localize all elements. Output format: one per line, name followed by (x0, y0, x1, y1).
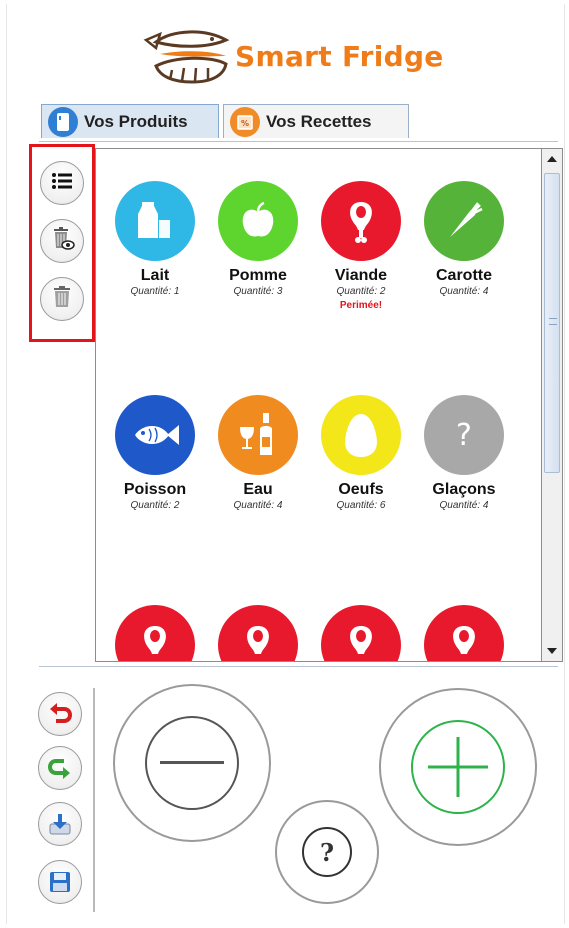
question-icon: ? (456, 417, 472, 453)
list-view-button[interactable] (40, 161, 84, 205)
ham-icon (144, 626, 166, 654)
delete-button[interactable] (40, 277, 84, 321)
fish-icon (135, 425, 179, 445)
plus-icon (411, 720, 505, 814)
scroll-down-button[interactable] (542, 641, 562, 661)
product-item-partial[interactable] (412, 605, 516, 661)
fridge-icon (48, 106, 78, 137)
product-quantity: Quantité: 6 (336, 500, 386, 511)
tab-label: Vos Recettes (266, 111, 372, 131)
drinks-icon (240, 413, 272, 455)
product-item-poisson[interactable]: Poisson Quantité: 2 (103, 395, 207, 511)
product-quantity: Quantité: 3 (233, 286, 283, 297)
product-item-pomme[interactable]: Pomme Quantité: 3 (206, 181, 310, 297)
trash-icon (52, 285, 72, 314)
product-item-partial[interactable] (309, 605, 413, 661)
apple-icon (242, 201, 274, 237)
fish-logo-icon (143, 30, 230, 84)
arrow-down-icon (547, 648, 557, 654)
import-button[interactable] (38, 802, 82, 846)
ham-icon (453, 626, 475, 654)
product-circle (321, 605, 401, 661)
product-circle (321, 181, 401, 261)
recipe-icon: % (230, 106, 260, 137)
product-name: Oeufs (338, 481, 384, 498)
product-item-lait[interactable]: Lait Quantité: 1 (103, 181, 207, 297)
product-quantity: Quantité: 2 (130, 500, 180, 511)
increase-quantity-button[interactable] (379, 688, 537, 846)
product-circle: ? (424, 395, 504, 475)
expired-badge: Perimée! (339, 300, 383, 311)
undo-button[interactable] (38, 692, 82, 736)
product-item-viande[interactable]: Viande Quantité: 2 Perimée! (309, 181, 413, 311)
redo-button[interactable] (38, 746, 82, 790)
product-circle (115, 395, 195, 475)
product-grid-scrollbar[interactable] (541, 148, 563, 662)
scrollbar-grip (549, 318, 557, 325)
undo-icon (50, 703, 72, 723)
import-icon (49, 814, 71, 835)
decrease-quantity-button[interactable] (113, 684, 271, 842)
product-circle (218, 605, 298, 661)
product-circle (218, 395, 298, 475)
product-circle (321, 395, 401, 475)
save-button[interactable] (38, 860, 82, 904)
product-name: Pomme (229, 267, 287, 284)
product-item-carotte[interactable]: Carotte Quantité: 4 (412, 181, 516, 297)
product-name: Carotte (435, 267, 492, 284)
app-title: Smart Fridge (235, 40, 444, 73)
product-item-glacons[interactable]: ? Glaçons Quantité: 4 (412, 395, 516, 511)
redo-icon (48, 759, 70, 779)
product-name: Lait (140, 267, 170, 284)
product-circle (115, 181, 195, 261)
arrow-up-icon (547, 156, 557, 162)
product-quantity: Quantité: 1 (130, 286, 180, 297)
product-circle (218, 181, 298, 261)
product-name: Viande (334, 267, 388, 284)
minus-icon (145, 716, 239, 810)
product-circle (424, 605, 504, 661)
save-icon (50, 872, 70, 892)
ham-icon (350, 626, 372, 654)
show-trash-button[interactable] (40, 219, 84, 263)
panel-divider (39, 666, 558, 667)
product-quantity: Quantité: 4 (439, 500, 489, 511)
tab-vos-produits[interactable]: Vos Produits (41, 104, 219, 138)
product-item-eau[interactable]: Eau Quantité: 4 (206, 395, 310, 511)
product-quantity: Quantité: 4 (233, 500, 283, 511)
ham-icon (350, 202, 372, 243)
scroll-up-button[interactable] (542, 149, 562, 169)
app-logo: Smart Fridge (142, 26, 462, 88)
svg-text:%: % (241, 119, 249, 128)
tab-label: Vos Produits (84, 111, 188, 131)
product-name: Poisson (123, 481, 187, 498)
product-circle (424, 181, 504, 261)
help-label: ? (319, 837, 335, 867)
product-name: Eau (243, 481, 273, 498)
product-quantity: Quantité: 2 (336, 286, 386, 297)
product-grid: Lait Quantité: 1 Pomme Quantité: 3 Viand… (95, 148, 541, 662)
tab-panel-border (39, 141, 558, 142)
carrot-icon (450, 202, 483, 237)
product-name: Glaçons (432, 481, 496, 498)
product-item-oeufs[interactable]: Oeufs Quantité: 6 (309, 395, 413, 511)
trash-eye-icon (49, 226, 75, 257)
bottom-toolbar (35, 688, 95, 912)
product-circle (115, 605, 195, 661)
question-icon: ? (302, 827, 352, 877)
egg-icon (345, 414, 377, 457)
tab-vos-recettes[interactable]: % Vos Recettes (223, 104, 409, 138)
product-quantity: Quantité: 4 (439, 286, 489, 297)
ham-icon (247, 626, 269, 654)
product-item-partial[interactable] (206, 605, 310, 661)
app-window: Smart Fridge Vos Produits % Vos Recettes (6, 4, 565, 924)
side-toolbar (29, 144, 95, 342)
scrollbar-thumb[interactable] (544, 173, 560, 473)
help-button[interactable]: ? (275, 800, 379, 904)
product-item-partial[interactable] (103, 605, 207, 661)
list-icon (51, 172, 73, 195)
milk-icon (138, 202, 170, 238)
